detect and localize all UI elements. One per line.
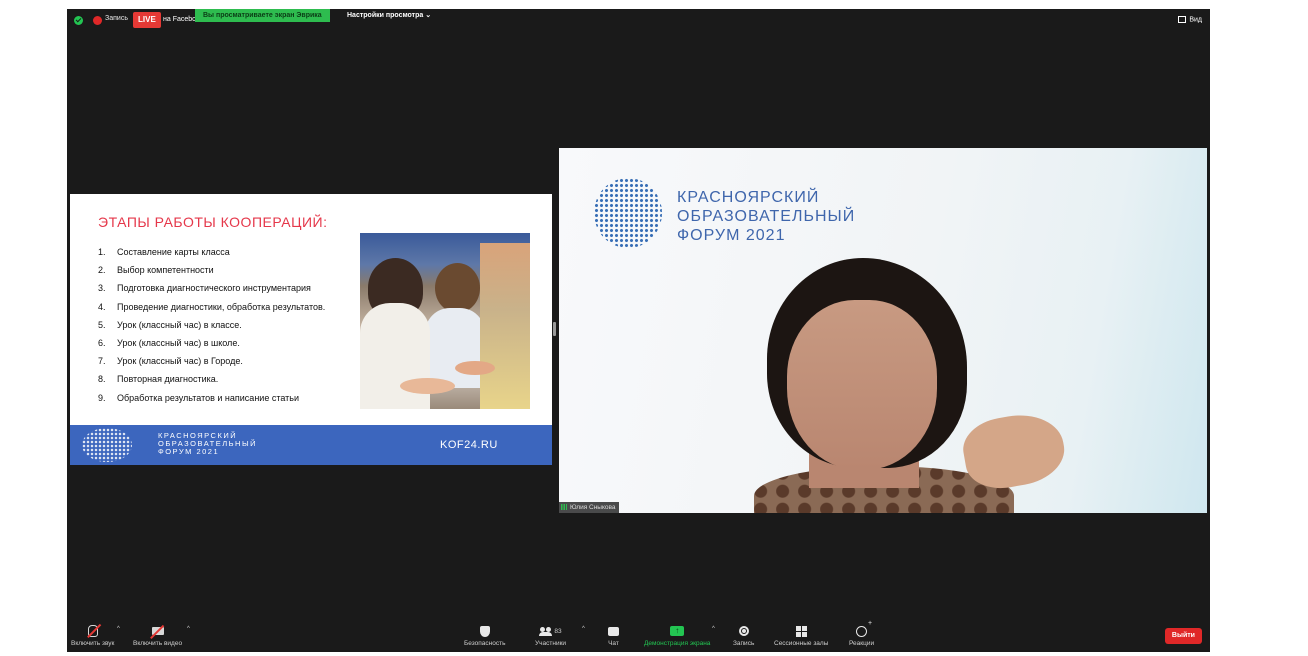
forum-line: ОБРАЗОВАТЕЛЬНЫЙ: [677, 208, 856, 225]
record-label: Запись: [733, 640, 755, 647]
item-text: Обработка результатов и написание статьи: [117, 392, 299, 403]
security-label: Безопасность: [464, 640, 506, 647]
recording-label: Запись: [105, 15, 128, 22]
list-item: 8. Повторная диагностика.: [98, 374, 325, 392]
item-number: 4.: [98, 301, 106, 312]
item-number: 7.: [98, 356, 106, 367]
share-screen-label: Демонстрация экрана: [644, 640, 711, 647]
group-photo: [360, 233, 530, 409]
stages-list: 1. Составление карты класса 2. Выбор компе…: [98, 247, 325, 411]
breakout-rooms-label: Сессионные залы: [774, 640, 829, 647]
start-video-button[interactable]: Включить видео: [133, 624, 182, 647]
participant-name-tag: Юлия Сныкова: [559, 502, 619, 513]
footer-site: KOF24.RU: [440, 439, 498, 451]
start-video-label: Включить видео: [133, 640, 183, 647]
item-text: Повторная диагностика.: [117, 374, 219, 385]
item-text: Урок (классный час) в классе.: [117, 319, 242, 330]
share-screen-button[interactable]: ↑ Демонстрация экрана: [644, 624, 710, 647]
security-button[interactable]: Безопасность: [464, 624, 505, 647]
shared-slide: ЭТАПЫ РАБОТЫ КООПЕРАЦИЙ: 1. Составление к…: [70, 194, 552, 465]
speaker-hand: [958, 407, 1070, 495]
forum-logo-icon: [82, 428, 132, 462]
list-item: 9. Обработка результатов и написание стат…: [98, 393, 325, 411]
item-text: Подготовка диагностического инструментар…: [117, 283, 311, 294]
unmute-button[interactable]: Включить звук: [71, 624, 114, 647]
view-settings-label: Настройки просмотра: [347, 12, 424, 19]
list-item: 4. Проведение диагностики, обработка резу…: [98, 302, 325, 320]
viewing-screen-banner: Вы просматриваете экран Эврика: [195, 9, 330, 22]
split-resize-handle[interactable]: [553, 322, 556, 336]
breakout-rooms-icon: [795, 625, 807, 637]
item-text: Выбор компетентности: [117, 265, 214, 276]
speaker-video-tile[interactable]: КРАСНОЯРСКИЙ ОБРАЗОВАТЕЛЬНЫЙ ФОРУМ 2021 …: [559, 148, 1207, 513]
participant-name: Юлия Сныкова: [570, 504, 616, 511]
meeting-toolbar: Включить звук ^ Включить видео ^ Безопас…: [67, 620, 1210, 652]
reactions-label: Реакции: [849, 640, 875, 647]
record-button[interactable]: Запись: [733, 624, 754, 647]
video-options-caret-icon[interactable]: ^: [187, 626, 190, 632]
breakout-rooms-button[interactable]: Сессионные залы: [774, 624, 828, 647]
slide-title: ЭТАПЫ РАБОТЫ КООПЕРАЦИЙ:: [98, 214, 328, 230]
item-number: 1.: [98, 247, 106, 257]
chat-button[interactable]: Чат: [608, 624, 619, 647]
participants-count: 83: [554, 627, 562, 635]
list-item: 7. Урок (классный час) в Городе.: [98, 356, 325, 374]
share-options-caret-icon[interactable]: ^: [712, 626, 715, 632]
item-number: 5.: [98, 319, 106, 330]
participants-options-caret-icon[interactable]: ^: [582, 626, 585, 632]
zoom-window: Запись LIVE на Facebook Вы просматривает…: [67, 9, 1210, 652]
list-item: 2. Выбор компетентности: [98, 265, 325, 283]
recording-dot-icon: [93, 16, 102, 25]
reaction-smiley-icon: [856, 620, 872, 637]
forum-line: КРАСНОЯРСКИЙ: [677, 189, 820, 206]
participants-button[interactable]: 83 Участники: [535, 624, 566, 647]
forum-line: ФОРУМ 2021: [158, 447, 220, 456]
list-item: 5. Урок (классный час) в классе.: [98, 320, 325, 338]
video-forum-logo: КРАСНОЯРСКИЙ ОБРАЗОВАТЕЛЬНЫЙ ФОРУМ 2021: [677, 188, 855, 245]
microphone-muted-icon: [87, 625, 98, 637]
list-item: 1. Составление карты класса: [98, 247, 325, 265]
chat-bubble-icon: [608, 626, 619, 636]
live-badge[interactable]: LIVE: [133, 12, 161, 28]
item-number: 9.: [98, 392, 106, 403]
leave-button[interactable]: Выйти: [1164, 628, 1202, 644]
security-shield-icon: [479, 625, 490, 637]
encryption-shield-icon[interactable]: [74, 16, 83, 25]
list-item: 3. Подготовка диагностического инструмент…: [98, 283, 325, 301]
item-text: Урок (классный час) в школе.: [117, 337, 240, 348]
item-number: 2.: [98, 265, 106, 276]
participants-icon: [539, 626, 553, 636]
record-icon: [738, 626, 749, 636]
item-text: Проведение диагностики, обработка резуль…: [117, 301, 326, 312]
camera-off-icon: [151, 627, 164, 635]
list-item: 6. Урок (классный час) в школе.: [98, 338, 325, 356]
chevron-down-icon: ⌄: [425, 12, 432, 19]
signal-bars-icon: [561, 504, 567, 511]
forum-line: ФОРУМ 2021: [677, 227, 786, 244]
forum-logo-icon: [594, 178, 662, 248]
grid-icon: [1178, 16, 1187, 23]
footer-forum-name: КРАСНОЯРСКИЙ ОБРАЗОВАТЕЛЬНЫЙ ФОРУМ 2021: [158, 432, 257, 456]
reactions-button[interactable]: Реакции: [849, 620, 875, 648]
item-text: Составление карты класса: [117, 247, 230, 257]
item-number: 3.: [98, 283, 106, 294]
view-button-label: Вид: [1189, 16, 1202, 24]
chat-label: Чат: [608, 640, 619, 647]
item-number: 8.: [98, 374, 106, 385]
participants-label: Участники: [535, 640, 567, 647]
view-button[interactable]: Вид: [1178, 16, 1202, 23]
view-settings-menu[interactable]: Настройки просмотра ⌄: [347, 11, 431, 19]
item-number: 6.: [98, 337, 106, 348]
unmute-label: Включить звук: [71, 640, 115, 647]
audio-options-caret-icon[interactable]: ^: [117, 626, 120, 632]
item-text: Урок (классный час) в Городе.: [117, 356, 243, 367]
slide-footer: КРАСНОЯРСКИЙ ОБРАЗОВАТЕЛЬНЫЙ ФОРУМ 2021 …: [70, 425, 552, 465]
speaker-face: [787, 300, 937, 470]
share-screen-arrow-icon: ↑: [670, 626, 685, 636]
